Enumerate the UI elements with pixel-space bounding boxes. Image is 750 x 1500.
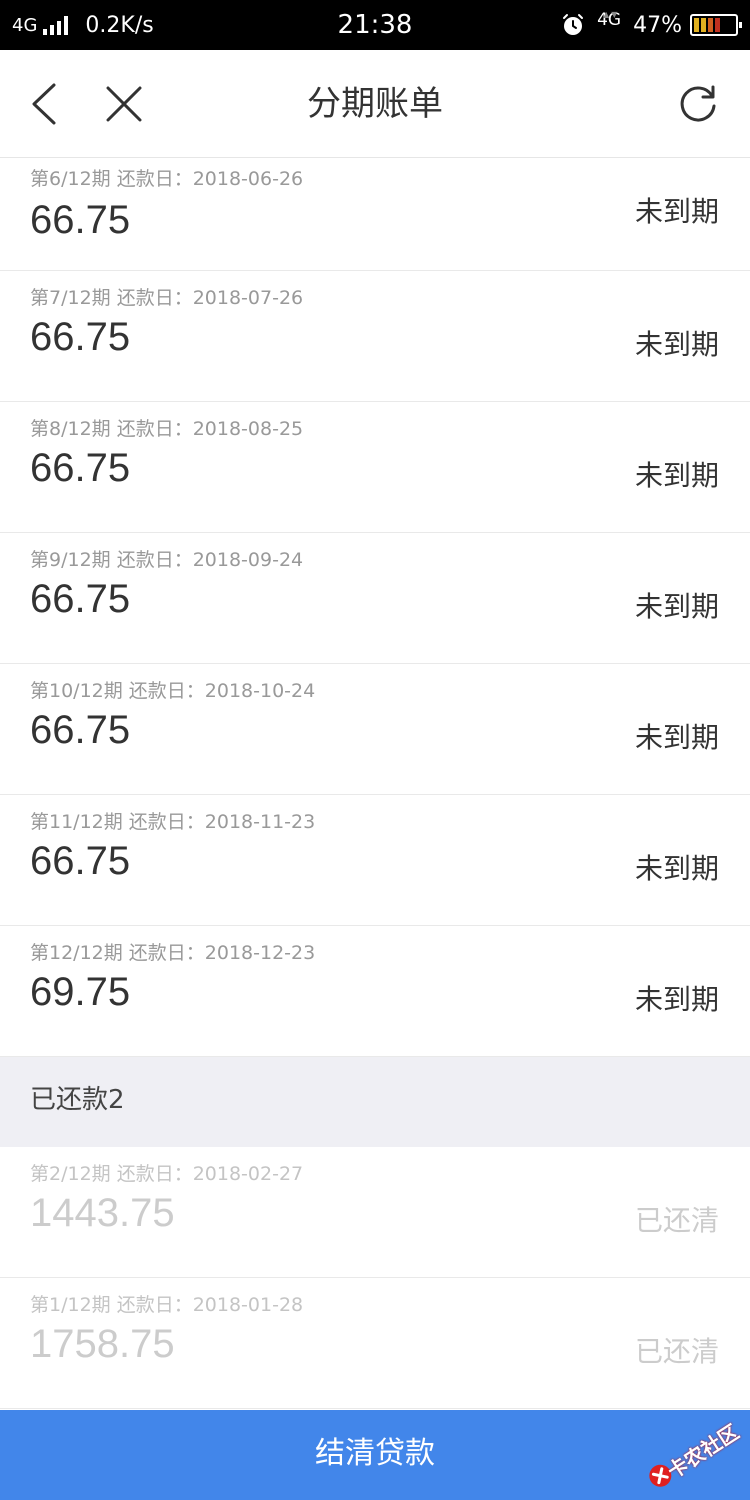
chevron-left-icon — [32, 83, 56, 125]
bill-row-period-2[interactable]: 第2/12期 还款日：2018-02-27 1443.75 已还清 — [0, 1147, 750, 1278]
bill-status: 未到期 — [634, 328, 719, 361]
battery-icon — [690, 14, 742, 36]
bill-status: 未到期 — [634, 195, 719, 228]
bill-row-period-9[interactable]: 第9/12期 还款日：2018-09-24 66.75 未到期 — [0, 533, 750, 664]
bill-row-period-8[interactable]: 第8/12期 还款日：2018-08-25 66.75 未到期 — [0, 402, 750, 533]
bill-amount: 66.75 — [30, 577, 131, 621]
close-icon — [106, 86, 142, 122]
back-button[interactable] — [18, 78, 70, 130]
bill-row-period-11[interactable]: 第11/12期 还款日：2018-11-23 66.75 未到期 — [0, 795, 750, 926]
bill-period-date: 第2/12期 还款日：2018-02-27 — [30, 1163, 304, 1185]
bill-row-period-6[interactable]: 第6/12期 还款日：2018-06-26 66.75 未到期 — [0, 158, 750, 271]
refresh-button[interactable] — [672, 78, 724, 130]
bill-amount: 66.75 — [30, 446, 131, 490]
paid-section-title: 已还款2 — [30, 1085, 125, 1115]
bill-row-period-1[interactable]: 第1/12期 还款日：2018-01-28 1758.75 已还清 — [0, 1278, 750, 1409]
bill-status: 未到期 — [634, 459, 719, 492]
bill-period-date: 第12/12期 还款日：2018-12-23 — [30, 942, 316, 964]
bill-period-date: 第6/12期 还款日：2018-06-26 — [30, 168, 304, 190]
bill-status: 已还清 — [634, 1335, 719, 1368]
close-button[interactable] — [98, 78, 150, 130]
bill-row-period-10[interactable]: 第10/12期 还款日：2018-10-24 66.75 未到期 — [0, 664, 750, 795]
paid-section-header: 已还款2 — [0, 1057, 750, 1147]
bill-status: 未到期 — [634, 590, 719, 623]
refresh-icon — [680, 85, 716, 122]
bill-amount: 66.75 — [30, 708, 131, 752]
bill-row-period-12[interactable]: 第12/12期 还款日：2018-12-23 69.75 未到期 — [0, 926, 750, 1057]
bill-amount: 69.75 — [30, 970, 131, 1014]
bill-period-date: 第7/12期 还款日：2018-07-26 — [30, 287, 304, 309]
bill-status: 未到期 — [634, 721, 719, 754]
status-right: 4G ▲▼ 47% — [561, 0, 742, 50]
bill-period-date: 第9/12期 还款日：2018-09-24 — [30, 549, 304, 571]
bill-amount: 66.75 — [30, 315, 131, 359]
bill-period-date: 第1/12期 还款日：2018-01-28 — [30, 1294, 304, 1316]
bill-status: 未到期 — [634, 983, 719, 1016]
bill-period-date: 第11/12期 还款日：2018-11-23 — [30, 811, 316, 833]
network-indicator-icon: 4G ▲▼ — [597, 10, 622, 30]
bill-status: 未到期 — [634, 852, 719, 885]
bill-amount: 66.75 — [30, 839, 131, 883]
bill-amount: 66.75 — [30, 198, 131, 242]
bill-status: 已还清 — [634, 1204, 719, 1237]
nav-bar: 分期账单 — [0, 50, 750, 158]
status-bar: 4G 0.2K/s 21:38 4G ▲▼ 47% — [0, 0, 750, 50]
bill-period-date: 第10/12期 还款日：2018-10-24 — [30, 680, 316, 702]
bill-amount: 1443.75 — [30, 1191, 175, 1235]
bill-list: 第6/12期 还款日：2018-06-26 66.75 未到期 第7/12期 还… — [0, 158, 750, 1409]
battery-percent: 47% — [633, 12, 682, 38]
bill-row-period-7[interactable]: 第7/12期 还款日：2018-07-26 66.75 未到期 — [0, 271, 750, 402]
alarm-icon — [563, 14, 584, 35]
watermark-text: 卡农社区 — [662, 1419, 744, 1484]
bill-amount: 1758.75 — [30, 1322, 175, 1366]
bill-period-date: 第8/12期 还款日：2018-08-25 — [30, 418, 304, 440]
